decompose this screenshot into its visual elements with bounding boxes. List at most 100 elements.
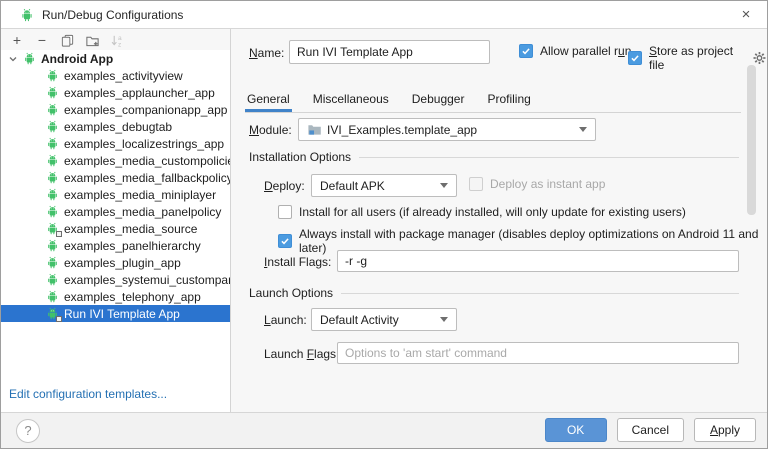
module-dropdown[interactable]: IVI_Examples.template_app [298, 118, 596, 141]
launch-flags-input[interactable] [337, 342, 739, 364]
tree-item[interactable]: examples_media_source [1, 220, 230, 237]
remove-configuration-icon[interactable]: − [33, 31, 51, 49]
name-input[interactable] [289, 40, 490, 64]
tree-item-label: examples_companionapp_app [64, 103, 227, 117]
configurations-sidebar: + − az Android App examples_activityview [1, 30, 230, 412]
deploy-dropdown[interactable]: Default APK [311, 174, 457, 197]
tree-item-label: Android App [41, 52, 113, 66]
apply-button[interactable]: Apply [694, 418, 756, 442]
gear-icon[interactable] [752, 50, 767, 66]
android-app-icon [19, 7, 35, 23]
module-icon [307, 122, 322, 137]
title-bar: Run/Debug Configurations × [1, 1, 767, 29]
help-button[interactable]: ? [16, 419, 40, 443]
config-badge [56, 316, 62, 322]
launch-label: Launch: [264, 313, 307, 327]
deploy-value: Default APK [320, 179, 435, 193]
deploy-as-instant-app-label: Deploy as instant app [490, 177, 605, 191]
android-icon [45, 289, 60, 304]
tree-item[interactable]: examples_debugtab [1, 118, 230, 135]
dialog-title: Run/Debug Configurations [42, 8, 183, 22]
allow-parallel-run-label: Allow parallel run [540, 44, 631, 58]
tree-item-label: examples_panelhierarchy [64, 239, 201, 253]
android-icon [45, 272, 60, 287]
close-icon[interactable]: × [735, 4, 757, 26]
tree-item[interactable]: examples_systemui_custompaneltype [1, 271, 230, 288]
svg-text:z: z [117, 41, 120, 47]
launch-flags-label: Launch Flags: [264, 347, 339, 361]
new-folder-icon[interactable] [83, 31, 101, 49]
android-icon [22, 51, 37, 66]
android-icon [45, 85, 60, 100]
android-icon [45, 187, 60, 202]
tree-item[interactable]: examples_panelhierarchy [1, 237, 230, 254]
tree-item[interactable]: examples_applauncher_app [1, 84, 230, 101]
tree-item[interactable]: examples_companionapp_app [1, 101, 230, 118]
tab-label: Profiling [487, 92, 530, 106]
tree-item[interactable]: Android App [1, 50, 230, 67]
name-label: Name: [249, 46, 284, 60]
tree-item-label: examples_telephony_app [64, 290, 201, 304]
tab-debugger[interactable]: Debugger [410, 89, 467, 112]
edit-configuration-templates-link[interactable]: Edit configuration templates... [9, 387, 167, 401]
tree-item[interactable]: examples_media_custompolicies [1, 152, 230, 169]
install-for-all-users-checkbox[interactable]: Install for all users (if already instal… [278, 205, 686, 219]
module-label: Module: [249, 123, 292, 137]
deploy-as-instant-app-checkbox: Deploy as instant app [469, 177, 605, 191]
sidebar-toolbar: + − az [1, 30, 230, 50]
tab-label: Debugger [412, 92, 465, 106]
tab-label: General [247, 92, 290, 106]
tree-item-label: examples_media_fallbackpolicy [64, 171, 230, 185]
tree-item[interactable]: examples_plugin_app [1, 254, 230, 271]
android-icon [45, 221, 60, 236]
android-icon [45, 170, 60, 185]
tab-miscellaneous[interactable]: Miscellaneous [311, 89, 391, 112]
install-for-all-users-label: Install for all users (if already instal… [299, 205, 686, 219]
chevron-down-icon [440, 183, 448, 188]
ok-button[interactable]: OK [545, 418, 607, 442]
chevron-down-icon[interactable] [8, 54, 18, 64]
section-rule [359, 157, 739, 158]
installation-options-section: Installation Options [249, 150, 739, 164]
launch-options-section: Launch Options [249, 286, 739, 300]
scrollbar-thumb[interactable] [747, 65, 756, 215]
config-tree: Android App examples_activityview exampl… [1, 50, 230, 322]
checkbox-checked-icon[interactable] [519, 44, 533, 58]
tree-item-label: examples_systemui_custompaneltype [64, 273, 230, 287]
tab-profiling[interactable]: Profiling [485, 89, 532, 112]
android-icon [45, 255, 60, 270]
tree-item[interactable]: examples_activityview [1, 67, 230, 84]
tree-item[interactable]: examples_media_panelpolicy [1, 203, 230, 220]
tree-item[interactable]: Run IVI Template App [1, 305, 230, 322]
tree-item[interactable]: examples_telephony_app [1, 288, 230, 305]
checkbox-checked-icon[interactable] [628, 51, 642, 65]
copy-configuration-icon[interactable] [58, 31, 76, 49]
android-icon [45, 102, 60, 117]
section-rule [341, 293, 739, 294]
install-flags-input[interactable] [337, 250, 739, 272]
tab-general[interactable]: General [245, 89, 292, 112]
checkbox-unchecked-icon[interactable] [278, 205, 292, 219]
tree-item-label: examples_applauncher_app [64, 86, 215, 100]
tree-item-label: Run IVI Template App [64, 307, 180, 321]
deploy-label: Deploy: [264, 179, 305, 193]
tree-item[interactable]: examples_media_miniplayer [1, 186, 230, 203]
run-debug-configurations-dialog: Run/Debug Configurations × + − az Androi… [0, 0, 768, 449]
tree-item-label: examples_media_panelpolicy [64, 205, 221, 219]
cancel-button[interactable]: Cancel [617, 418, 684, 442]
checkbox-unchecked-icon [469, 177, 483, 191]
checkbox-checked-icon[interactable] [278, 234, 292, 248]
install-flags-label: Install Flags: [264, 255, 331, 269]
configuration-editor-panel: Name: Allow parallel run Store as projec… [231, 30, 767, 412]
tree-item-label: examples_media_miniplayer [64, 188, 216, 202]
tree-item[interactable]: examples_media_fallbackpolicy [1, 169, 230, 186]
add-configuration-icon[interactable]: + [8, 31, 26, 49]
tabs: General Miscellaneous Debugger Profiling [245, 89, 741, 113]
launch-dropdown[interactable]: Default Activity [311, 308, 457, 331]
tree-item-label: examples_plugin_app [64, 256, 181, 270]
sort-configurations-icon: az [108, 31, 126, 49]
tree-item-label: examples_media_custompolicies [64, 154, 230, 168]
tab-label: Miscellaneous [313, 92, 389, 106]
tree-item[interactable]: examples_localizestrings_app [1, 135, 230, 152]
allow-parallel-run-checkbox[interactable]: Allow parallel run [519, 44, 631, 58]
